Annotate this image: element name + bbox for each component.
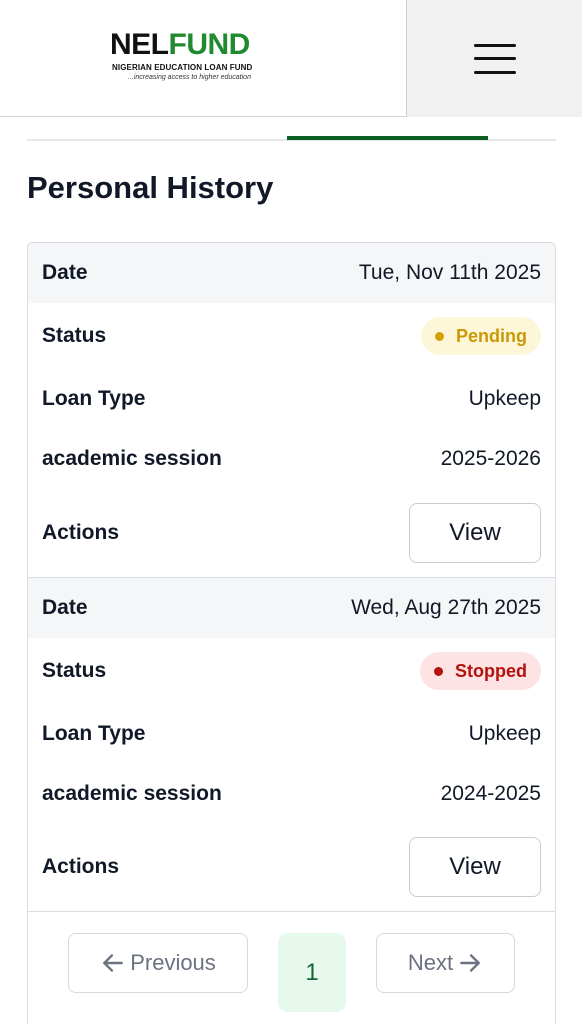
academic-session-label: academic session: [42, 447, 222, 470]
date-value: Tue, Nov 11th 2025: [358, 261, 541, 284]
view-button[interactable]: View: [409, 837, 541, 897]
previous-page-button[interactable]: Previous: [68, 933, 248, 993]
record-2-loan-type-row: Loan Type Upkeep: [28, 704, 555, 764]
record-2-date-row: Date Wed, Aug 27th 2025: [28, 578, 555, 638]
history-table: Date Tue, Nov 11th 2025 Status Pending L…: [27, 242, 556, 1024]
status-label: Status: [42, 324, 107, 347]
status-text: Stopped: [455, 660, 527, 681]
record-1-session-row: academic session 2025-2026: [28, 429, 555, 489]
academic-session-value: 2024-2025: [440, 782, 541, 805]
actions-label: Actions: [42, 855, 120, 878]
page-number-button[interactable]: 1: [278, 933, 346, 1012]
arrow-left-icon: [103, 954, 124, 972]
academic-session-value: 2025-2026: [440, 447, 541, 470]
logo-fund: FUND: [168, 28, 251, 61]
previous-label: Previous: [130, 950, 216, 975]
active-tab-indicator: [287, 136, 488, 140]
pagination-divider: [28, 911, 555, 912]
menu-button[interactable]: [406, 0, 582, 117]
app-header: NELFUND NIGERIAN EDUCATION LOAN FUND ...…: [0, 0, 582, 117]
status-label: Status: [42, 659, 107, 682]
status-text: Pending: [456, 325, 527, 346]
date-label: Date: [42, 261, 88, 284]
status-dot-icon: [435, 331, 444, 341]
status-badge: Stopped: [420, 652, 541, 690]
academic-session-label: academic session: [42, 782, 222, 805]
record-2-session-row: academic session 2024-2025: [28, 764, 555, 824]
nelfund-logo[interactable]: NELFUND NIGERIAN EDUCATION LOAN FUND ...…: [110, 28, 280, 88]
loan-type-value: Upkeep: [468, 387, 541, 410]
status-badge: Pending: [421, 317, 541, 355]
logo-nel: NEL: [110, 28, 169, 61]
loan-type-label: Loan Type: [42, 722, 146, 745]
logo-wordmark: NELFUND: [110, 28, 250, 62]
record-1-actions-row: Actions View: [28, 499, 555, 567]
next-page-button[interactable]: Next: [376, 933, 515, 993]
hamburger-icon: [473, 43, 516, 74]
record-1-status-row: Status Pending: [28, 303, 555, 369]
page-title: Personal History: [27, 170, 274, 205]
record-2-actions-row: Actions View: [28, 833, 555, 901]
status-dot-icon: [434, 666, 443, 676]
loan-type-value: Upkeep: [468, 722, 541, 745]
loan-type-label: Loan Type: [42, 387, 146, 410]
next-label: Next: [407, 950, 454, 975]
record-1-date-row: Date Tue, Nov 11th 2025: [28, 243, 555, 303]
date-label: Date: [42, 596, 88, 619]
record-2-status-row: Status Stopped: [28, 638, 555, 704]
actions-label: Actions: [42, 521, 120, 544]
logo-tagline: ...increasing access to higher education: [128, 74, 251, 81]
date-value: Wed, Aug 27th 2025: [351, 596, 541, 619]
arrow-right-icon: [460, 954, 480, 972]
record-1-loan-type-row: Loan Type Upkeep: [28, 369, 555, 429]
view-button[interactable]: View: [409, 503, 541, 563]
logo-subtitle: NIGERIAN EDUCATION LOAN FUND: [112, 63, 253, 72]
